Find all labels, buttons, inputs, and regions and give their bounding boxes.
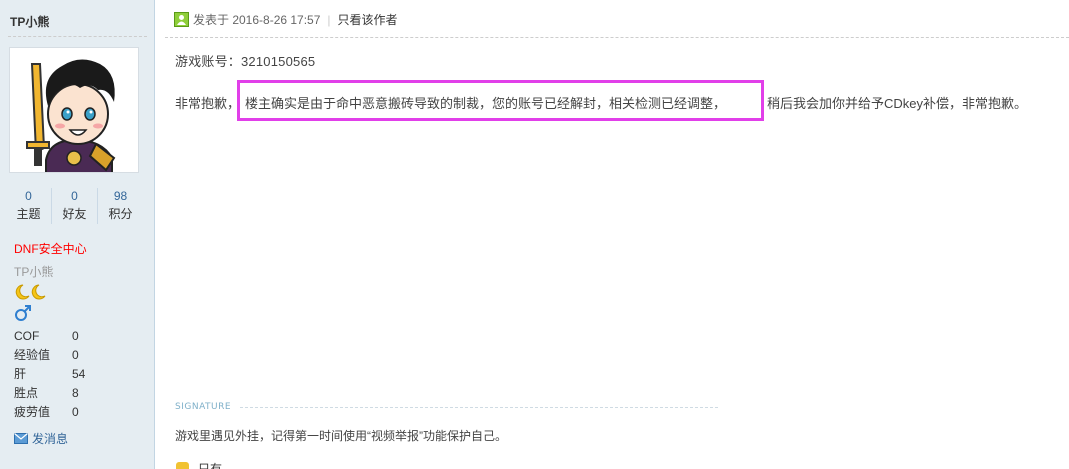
stat-points-label: 积分 [108,207,133,221]
body-prefix: 非常抱歉， [175,96,241,111]
account-line: 游戏账号：3210150565 [175,54,316,69]
stat-friends-label: 好友 [62,207,87,221]
profile-row: 胜点 8 [14,385,85,404]
user-title: TP小熊 [14,265,54,279]
only-author-link[interactable]: 只看该作者 [338,11,398,28]
avatar[interactable] [9,47,139,173]
stat-threads-count: 0 [25,189,32,203]
signature-label: SIGNATURE [175,402,232,412]
stat-points[interactable]: 98 积分 [98,188,143,224]
profile-value: 54 [72,367,86,381]
profile-fields: COF 0 经验值 0 肝 54 胜点 8 疲劳值 0 [14,328,85,423]
rank-moon-icon [15,284,46,300]
next-post-partial-text: 只有 [198,462,223,469]
send-message-link[interactable]: 发消息 [14,430,68,447]
user-group[interactable]: DNF安全中心 [14,240,87,257]
profile-value: 0 [72,329,79,343]
sidebar-divider [8,36,147,37]
next-post-icon [176,462,189,469]
male-icon [15,305,31,321]
post-timestamp: 发表于 2016-8-26 17:57 [193,13,321,27]
author-sidebar: TP小熊 0 主题 0 好友 98 积分 DNF安全中心 TP小熊 COF 0 … [0,0,155,469]
envelope-icon [14,433,28,444]
stat-threads[interactable]: 0 主题 [6,188,52,224]
header-divider [165,37,1069,38]
profile-label: 经验值 [14,348,51,362]
profile-label: 疲劳值 [14,405,51,419]
post-header: 发表于 2016-8-26 17:57 | 只看该作者 [174,11,398,28]
signature-divider [240,407,718,408]
header-separator: | [327,12,331,27]
profile-value: 0 [72,405,79,419]
stat-friends[interactable]: 0 好友 [52,188,98,224]
profile-value: 0 [72,348,79,362]
signature-text: 游戏里遇见外挂，记得第一时间使用“视频举报”功能保护自己。 [175,429,507,443]
stat-points-count: 98 [113,189,128,203]
stat-threads-label: 主题 [16,207,41,221]
stat-friends-count: 0 [71,189,78,203]
author-stats: 0 主题 0 好友 98 积分 [6,188,143,224]
profile-label: 胜点 [14,386,39,400]
profile-row: 疲劳值 0 [14,404,85,423]
profile-label: COF [14,329,40,343]
online-status-icon [174,12,189,27]
body-suffix: 稍后我会加你并给予CDkey补偿，非常抱歉。 [767,96,1028,111]
highlight-annotation-box [237,80,764,121]
profile-value: 8 [72,386,79,400]
profile-row: 经验值 0 [14,347,85,366]
profile-row: COF 0 [14,328,85,347]
author-username[interactable]: TP小熊 [10,13,49,30]
profile-label: 肝 [14,367,27,381]
send-message-label: 发消息 [32,432,69,446]
profile-row: 肝 54 [14,366,85,385]
avatar-image [10,48,138,172]
